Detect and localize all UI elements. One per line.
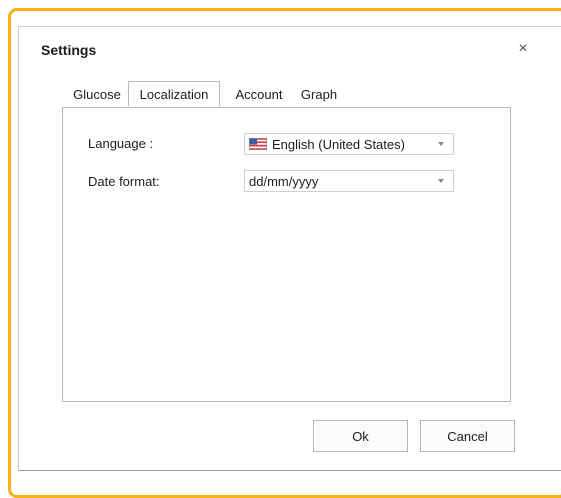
tab-account[interactable]: Account [228,84,290,106]
cancel-button[interactable]: Cancel [420,420,515,452]
tab-glucose[interactable]: Glucose [66,84,128,106]
dialog-title: Settings [41,42,97,58]
date-format-value: dd/mm/yyyy [249,174,319,189]
tab-localization[interactable]: Localization [128,81,220,106]
language-select[interactable]: English (United States) [244,133,454,155]
us-flag-icon [249,138,267,150]
chevron-down-icon [438,179,444,183]
language-label: Language : [88,136,154,151]
chevron-down-icon [438,142,444,146]
close-icon[interactable]: × [514,40,532,58]
language-value: English (United States) [272,137,405,152]
date-format-label: Date format: [88,174,160,189]
date-format-select[interactable]: dd/mm/yyyy [244,170,454,192]
tab-graph[interactable]: Graph [294,84,344,106]
ok-button[interactable]: Ok [313,420,408,452]
